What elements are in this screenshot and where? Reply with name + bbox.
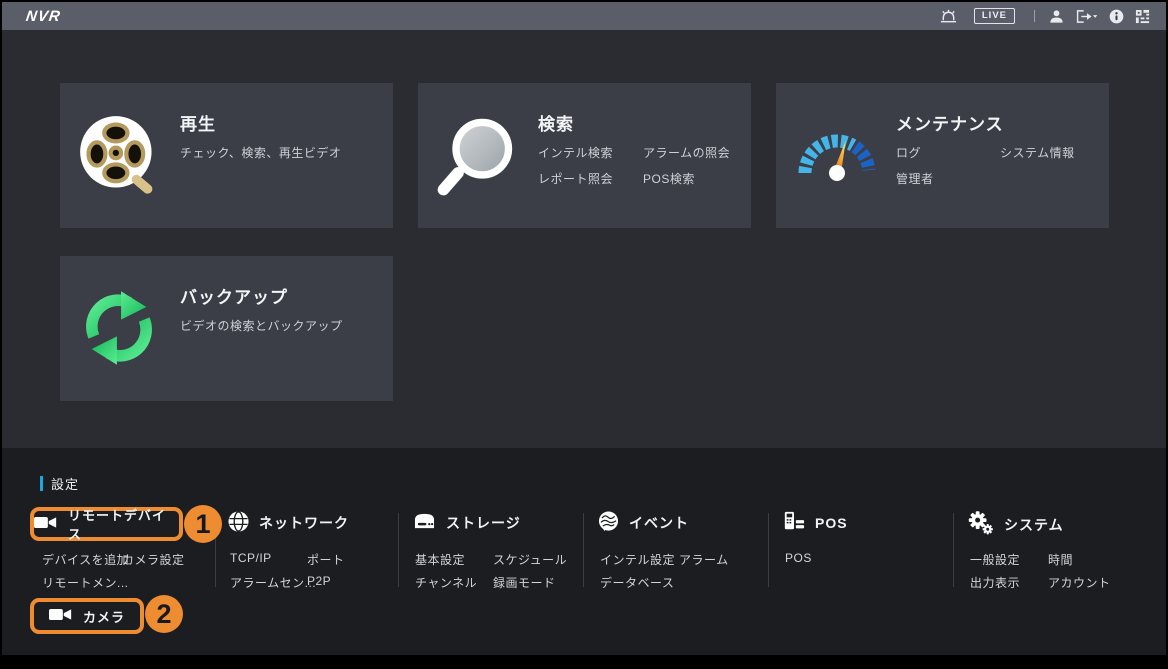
qr-icon[interactable] <box>1135 9 1150 24</box>
link-pos[interactable]: POS <box>785 551 812 565</box>
link-general-settings[interactable]: 一般設定 <box>970 551 1020 568</box>
settings-item-label: リモートデバイス <box>68 505 179 543</box>
link-time[interactable]: 時間 <box>1048 551 1073 568</box>
pos-terminal-icon <box>783 511 805 534</box>
card-playback[interactable]: 再生 チェック、検索、再生ビデオ <box>60 83 393 228</box>
link-pos-search[interactable]: POS検索 <box>643 170 695 187</box>
settings-item-camera[interactable]: カメラ <box>30 598 144 634</box>
topbar-actions: LIVE <box>939 2 1150 30</box>
settings-item-storage[interactable]: ストレージ <box>413 511 521 534</box>
settings-item-network[interactable]: ネットワーク <box>228 511 349 535</box>
top-bar: NVR LIVE <box>2 2 1166 30</box>
link-channel[interactable]: チャンネル <box>415 574 477 591</box>
hard-drive-icon <box>413 511 436 534</box>
step-1-badge: 1 <box>184 505 222 543</box>
video-camera-icon <box>34 514 58 534</box>
link-database[interactable]: データベース <box>600 574 674 591</box>
card-search[interactable]: 検索 インテル検索 アラームの照会 レポート照会 POS検索 <box>418 83 751 228</box>
step-2-badge: 2 <box>145 595 183 633</box>
column-divider <box>398 513 399 587</box>
link-alarm-center[interactable]: アラームセン... <box>230 574 316 591</box>
settings-item-event[interactable]: イベント <box>598 511 689 535</box>
column-divider <box>953 513 954 587</box>
magnifier-icon <box>435 113 521 199</box>
link-intel-search[interactable]: インテル検索 <box>538 144 613 161</box>
settings-item-label: POS <box>815 515 848 531</box>
settings-item-system[interactable]: システム <box>968 511 1064 538</box>
link-tcpip[interactable]: TCP/IP <box>230 551 272 565</box>
settings-heading: 設定 <box>40 474 79 493</box>
card-backup[interactable]: バックアップ ビデオの検索とバックアップ <box>60 256 393 401</box>
link-schedule[interactable]: スケジュール <box>493 551 567 568</box>
topbar-divider <box>1034 10 1035 22</box>
gauge-icon <box>793 113 879 199</box>
settings-item-remote-device[interactable]: リモートデバイス <box>30 507 183 541</box>
settings-item-label: ネットワーク <box>259 513 349 533</box>
heading-accent-bar <box>40 476 43 491</box>
link-alarm-inquiry[interactable]: アラームの照会 <box>643 144 730 161</box>
link-admin[interactable]: 管理者 <box>896 170 934 187</box>
card-maintenance[interactable]: メンテナンス ログ システム情報 管理者 <box>776 83 1109 228</box>
link-basic-settings[interactable]: 基本設定 <box>415 551 465 568</box>
link-intel-settings[interactable]: インテル設定 <box>600 551 675 568</box>
film-reel-icon <box>77 113 163 199</box>
link-remote-men[interactable]: リモートメン... <box>42 574 129 591</box>
video-camera-icon <box>49 606 73 626</box>
app-window: NVR LIVE <box>2 2 1166 655</box>
column-divider <box>768 513 769 587</box>
user-icon[interactable] <box>1049 9 1064 24</box>
settings-item-label: イベント <box>629 513 689 533</box>
live-button[interactable]: LIVE <box>974 8 1015 24</box>
link-output-display[interactable]: 出力表示 <box>970 574 1020 591</box>
nvr-logo: NVR <box>25 8 62 25</box>
link-record-mode[interactable]: 録画モード <box>493 574 556 591</box>
link-report-inquiry[interactable]: レポート照会 <box>538 170 613 187</box>
link-camera-settings[interactable]: カメラ設定 <box>122 551 185 568</box>
logout-icon[interactable] <box>1075 9 1098 24</box>
globe-icon <box>228 511 249 535</box>
settings-item-pos[interactable]: POS <box>783 511 848 534</box>
card-subtitle: ビデオの検索とバックアップ <box>180 317 343 334</box>
link-system-info[interactable]: システム情報 <box>1000 144 1075 161</box>
settings-item-label: ストレージ <box>446 513 521 533</box>
card-title: 再生 <box>180 110 216 135</box>
card-title: メンテナンス <box>896 110 1004 135</box>
column-divider <box>583 513 584 587</box>
alarm-icon[interactable] <box>939 8 958 25</box>
settings-item-label: システム <box>1004 515 1064 535</box>
card-subtitle: チェック、検索、再生ビデオ <box>180 144 341 161</box>
link-port[interactable]: ポート <box>307 551 345 568</box>
info-icon[interactable] <box>1109 9 1124 24</box>
gears-icon <box>968 511 994 538</box>
card-title: 検索 <box>538 110 574 135</box>
settings-section: 設定 リモートデバイス 1 デバイスを追加 カメラ設定 リモートメン... <box>2 448 1166 655</box>
link-log[interactable]: ログ <box>896 144 921 161</box>
brain-icon <box>598 511 619 535</box>
settings-item-label: カメラ <box>83 607 125 626</box>
card-title: バックアップ <box>180 283 288 308</box>
link-alarm[interactable]: アラーム <box>679 551 729 568</box>
sync-arrows-icon <box>77 286 163 372</box>
main-menu: 再生 チェック、検索、再生ビデオ 検索 インテル検索 アラームの照会 レポ <box>2 30 1166 448</box>
link-p2p[interactable]: P2P <box>307 574 331 588</box>
link-account[interactable]: アカウント <box>1048 574 1111 591</box>
link-add-device[interactable]: デバイスを追加 <box>42 551 129 568</box>
settings-heading-label: 設定 <box>51 474 79 493</box>
